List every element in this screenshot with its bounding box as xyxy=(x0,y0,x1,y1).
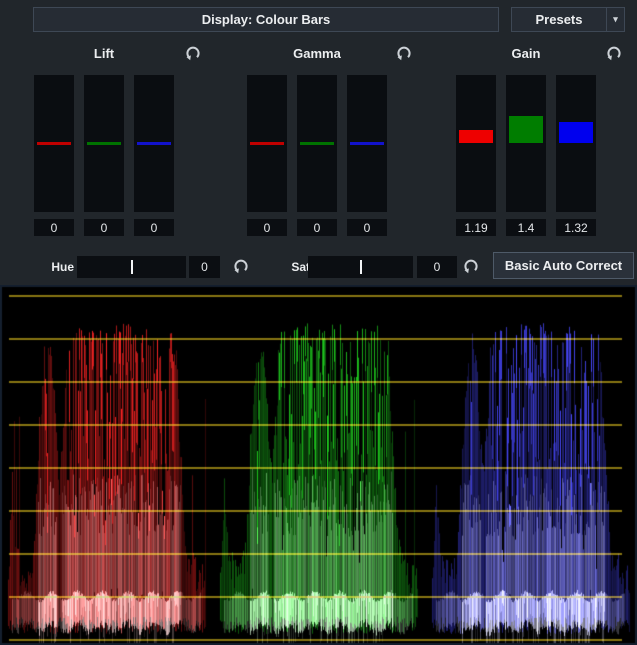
hue-slider[interactable] xyxy=(77,256,186,278)
slider-level-mark xyxy=(350,142,384,145)
sat-label: Sat xyxy=(276,256,310,278)
slider-level-mark xyxy=(87,142,121,145)
presets-label: Presets xyxy=(512,8,606,31)
hue-reset-icon[interactable] xyxy=(232,257,250,275)
gamma-blue-slider[interactable] xyxy=(347,75,387,212)
colour-correction-panel: Display: Colour Bars Presets ▾ Lift Gamm… xyxy=(0,0,637,645)
basic-auto-correct-button[interactable]: Basic Auto Correct xyxy=(493,252,634,279)
gamma-section-label: Gamma xyxy=(247,46,387,61)
basic-auto-correct-label: Basic Auto Correct xyxy=(505,258,622,273)
sat-slider[interactable] xyxy=(308,256,413,278)
slider-level-mark xyxy=(509,116,543,143)
hue-value[interactable]: 0 xyxy=(189,256,220,278)
gain-blue-slider[interactable] xyxy=(556,75,596,212)
gain-red-slider[interactable] xyxy=(456,75,496,212)
gamma-red-value[interactable]: 0 xyxy=(247,219,287,236)
display-mode-label: Display: Colour Bars xyxy=(202,12,331,27)
gamma-green-value[interactable]: 0 xyxy=(297,219,337,236)
hue-label: Hue xyxy=(40,256,74,278)
sat-value[interactable]: 0 xyxy=(417,256,457,278)
lift-section-label: Lift xyxy=(34,46,174,61)
gain-blue-value[interactable]: 1.32 xyxy=(556,219,596,236)
slider-level-mark xyxy=(300,142,334,145)
waveform-canvas xyxy=(0,285,637,645)
lift-green-value[interactable]: 0 xyxy=(84,219,124,236)
sat-slider-thumb[interactable] xyxy=(360,260,362,274)
presets-button[interactable]: Presets ▾ xyxy=(511,7,625,32)
sat-reset-icon[interactable] xyxy=(462,257,480,275)
gamma-green-slider[interactable] xyxy=(297,75,337,212)
lift-red-value[interactable]: 0 xyxy=(34,219,74,236)
chevron-down-icon[interactable]: ▾ xyxy=(607,8,624,31)
lift-reset-icon[interactable] xyxy=(184,44,202,62)
lift-green-slider[interactable] xyxy=(84,75,124,212)
gain-section-label: Gain xyxy=(456,46,596,61)
lift-red-slider[interactable] xyxy=(34,75,74,212)
slider-level-mark xyxy=(137,142,171,145)
gain-green-value[interactable]: 1.4 xyxy=(506,219,546,236)
gamma-blue-value[interactable]: 0 xyxy=(347,219,387,236)
slider-level-mark xyxy=(250,142,284,145)
slider-level-mark xyxy=(559,122,593,144)
gain-red-value[interactable]: 1.19 xyxy=(456,219,496,236)
lift-blue-value[interactable]: 0 xyxy=(134,219,174,236)
gamma-red-slider[interactable] xyxy=(247,75,287,212)
slider-level-mark xyxy=(37,142,71,145)
gain-green-slider[interactable] xyxy=(506,75,546,212)
gamma-reset-icon[interactable] xyxy=(395,44,413,62)
lift-blue-slider[interactable] xyxy=(134,75,174,212)
display-mode-button[interactable]: Display: Colour Bars xyxy=(33,7,499,32)
gain-reset-icon[interactable] xyxy=(605,44,623,62)
slider-level-mark xyxy=(459,130,493,143)
hue-slider-thumb[interactable] xyxy=(131,260,133,274)
